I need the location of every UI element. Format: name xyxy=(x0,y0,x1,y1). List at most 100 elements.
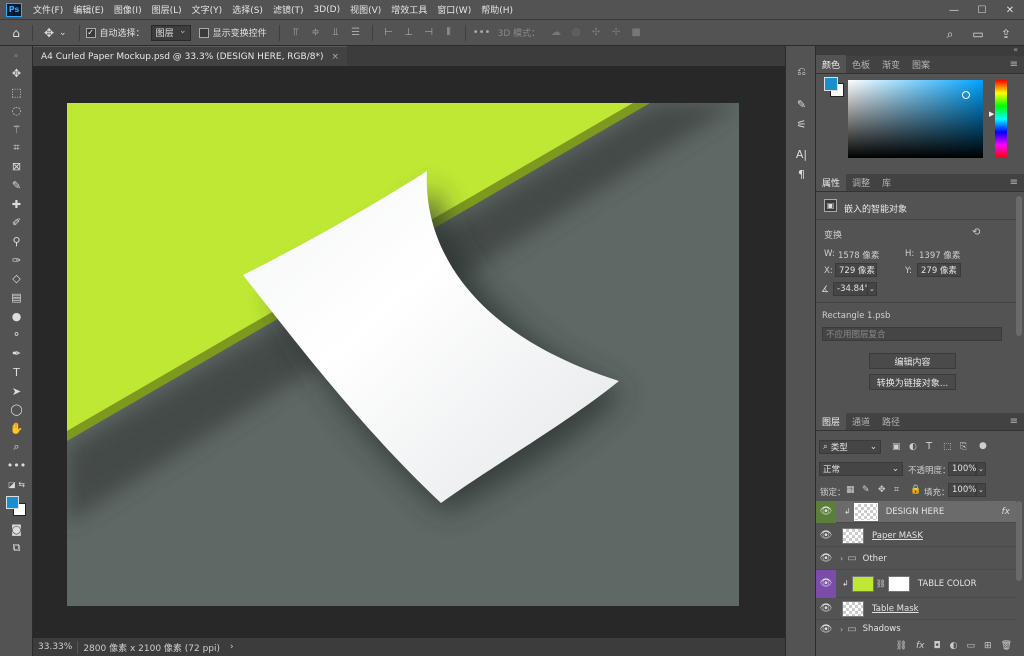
reset-transform-icon[interactable]: ⟲ xyxy=(972,227,980,238)
swap-colors-icon[interactable]: ◪ ⇆ xyxy=(0,475,33,494)
lock-all-icon[interactable]: 🔒 xyxy=(910,485,921,495)
panel-menu-icon[interactable]: ≡ xyxy=(1010,177,1018,188)
tab-channels[interactable]: 通道 xyxy=(846,412,876,430)
visibility-eye-icon[interactable]: 👁 xyxy=(816,548,836,570)
dodge-tool-icon[interactable]: ⚬ xyxy=(0,326,33,345)
tab-properties[interactable]: 属性 xyxy=(816,173,847,191)
crop-tool-icon[interactable]: ⌗ xyxy=(0,139,33,158)
minimize-icon[interactable]: — xyxy=(940,0,968,20)
shape-tool-icon[interactable]: ◯ xyxy=(0,400,33,419)
status-arrow-icon[interactable]: › xyxy=(225,642,239,652)
chevron-down-icon[interactable]: ⌄ xyxy=(59,28,67,38)
tab-patterns[interactable]: 图案 xyxy=(906,55,936,73)
foreground-color-swatch[interactable] xyxy=(6,495,19,509)
move-tool-icon[interactable]: ✥ xyxy=(39,23,59,43)
angle-field[interactable]: -34.84° xyxy=(833,282,869,296)
fill-dropdown-icon[interactable]: ⌄ xyxy=(976,483,986,497)
tab-gradients[interactable]: 渐变 xyxy=(876,55,906,73)
expand-group-icon[interactable]: › xyxy=(840,625,843,634)
menu-edit[interactable]: 编辑(E) xyxy=(68,3,109,16)
convert-to-linked-button[interactable]: 转换为链接对象... xyxy=(869,374,956,390)
tab-color[interactable]: 颜色 xyxy=(816,55,847,73)
edit-contents-button[interactable]: 编辑内容 xyxy=(869,353,956,369)
layer-row[interactable]: 👁 ↲ ⛓ TABLE COLOR xyxy=(816,569,1016,598)
frame-tool-icon[interactable]: ⊠ xyxy=(0,157,33,176)
marquee-tool-icon[interactable]: ⬚ xyxy=(0,83,33,102)
visibility-eye-icon[interactable]: 👁 xyxy=(816,500,836,523)
align-left-icon[interactable]: ⊢ xyxy=(382,26,396,40)
visibility-eye-icon[interactable]: 👁 xyxy=(816,598,836,620)
fx-icon[interactable]: fx xyxy=(1002,507,1011,517)
adjustment-layer-icon[interactable]: ◐ xyxy=(950,641,958,651)
brush-tool-icon[interactable]: ✐ xyxy=(0,214,33,233)
align-center-icon[interactable]: ⊥ xyxy=(402,26,416,40)
tab-adjustments[interactable]: 调整 xyxy=(846,173,876,191)
document-tab[interactable]: A4 Curled Paper Mockup.psd @ 33.3% (DESI… xyxy=(33,46,348,66)
blend-mode-select[interactable]: 正常 ⌄ xyxy=(819,462,903,476)
tab-layers[interactable]: 图层 xyxy=(816,412,847,430)
delete-layer-icon[interactable]: 🗑 xyxy=(1001,641,1012,651)
link-layers-icon[interactable]: ⛓ xyxy=(896,641,907,651)
align-top-icon[interactable]: ⫪ xyxy=(289,26,303,40)
filter-pixel-icon[interactable]: ▣ xyxy=(892,442,901,452)
drag-3d-icon[interactable]: ✣ xyxy=(589,26,603,40)
menu-select[interactable]: 选择(S) xyxy=(227,3,268,16)
hue-slider[interactable] xyxy=(995,80,1007,158)
camera-3d-icon[interactable]: ■ xyxy=(629,26,643,40)
home-icon[interactable]: ⌂ xyxy=(6,23,26,43)
magic-wand-icon[interactable]: ⚚ xyxy=(0,120,33,139)
panel-menu-icon[interactable]: ≡ xyxy=(1010,59,1018,70)
opacity-dropdown-icon[interactable]: ⌄ xyxy=(976,462,986,476)
workspace-icon[interactable]: ▭ xyxy=(968,24,988,44)
menu-3d[interactable]: 3D(D) xyxy=(308,5,345,15)
filter-smartobject-icon[interactable]: ⎘ xyxy=(960,442,967,452)
roll-3d-icon[interactable]: ◎ xyxy=(569,26,583,40)
document-canvas[interactable] xyxy=(67,103,739,606)
menu-window[interactable]: 窗口(W) xyxy=(432,3,476,16)
y-position-field[interactable]: 279 像素 xyxy=(917,263,961,277)
color-swatches[interactable] xyxy=(0,494,33,520)
menu-help[interactable]: 帮助(H) xyxy=(476,3,518,16)
zoom-tool-icon[interactable]: ⌕ xyxy=(0,438,33,457)
character-icon[interactable]: A| xyxy=(786,144,817,164)
color-picker-field[interactable] xyxy=(848,80,983,158)
move-tool-icon[interactable]: ✥ xyxy=(0,64,33,83)
layer-row[interactable]: 👁 Table Mask xyxy=(816,598,1016,620)
align-right-icon[interactable]: ⊣ xyxy=(422,26,436,40)
distribute-horizontal-icon[interactable]: ⫴ xyxy=(442,26,456,40)
layer-row[interactable]: 👁 › ▭ Other xyxy=(816,548,1016,570)
path-selection-icon[interactable]: ➤ xyxy=(0,382,33,401)
visibility-eye-icon[interactable]: 👁 xyxy=(816,621,836,637)
fill-field[interactable]: 100% xyxy=(948,483,976,497)
filter-toggle-icon[interactable]: ● xyxy=(979,441,987,451)
close-icon[interactable]: ✕ xyxy=(996,0,1024,20)
toolbar-collapse-icon[interactable]: » xyxy=(0,46,32,64)
healing-brush-icon[interactable]: ✚ xyxy=(0,195,33,214)
align-bottom-icon[interactable]: ⫫ xyxy=(329,26,343,40)
lock-pixels-icon[interactable]: ✎ xyxy=(862,485,870,495)
tab-paths[interactable]: 路径 xyxy=(876,412,906,430)
layer-row[interactable]: 👁 ↲ DESIGN HERE fx xyxy=(816,500,1016,523)
lock-position-icon[interactable]: ✥ xyxy=(878,485,886,495)
show-transform-checkbox[interactable] xyxy=(198,27,209,38)
layer-row[interactable]: 👁 › ▭ Shadows xyxy=(816,621,1016,637)
menu-type[interactable]: 文字(Y) xyxy=(187,3,228,16)
color-picker-cursor[interactable] xyxy=(962,91,970,99)
opacity-field[interactable]: 100% xyxy=(948,462,976,476)
history-brush-icon[interactable]: ✑ xyxy=(0,251,33,270)
layer-comp-select[interactable]: 不应用图层复合 xyxy=(822,327,1002,341)
link-icon[interactable]: ⛓ xyxy=(876,579,886,588)
tab-swatches[interactable]: 色板 xyxy=(846,55,876,73)
zoom-level[interactable]: 33.33% xyxy=(33,642,77,652)
menu-view[interactable]: 视图(V) xyxy=(345,3,386,16)
hand-tool-icon[interactable]: ✋ xyxy=(0,419,33,438)
layer-filter-select[interactable]: ⌕ 类型 ⌄ xyxy=(819,440,881,454)
more-options-icon[interactable]: ••• xyxy=(473,26,491,40)
expand-group-icon[interactable]: › xyxy=(840,554,843,563)
screen-mode-icon[interactable]: ⧉ xyxy=(0,539,33,558)
eraser-tool-icon[interactable]: ◇ xyxy=(0,270,33,289)
adjust-icon[interactable]: ⚟ xyxy=(786,114,817,134)
more-tools-icon[interactable]: ••• xyxy=(0,456,33,475)
lock-transparent-icon[interactable]: ▦ xyxy=(846,485,855,495)
lasso-tool-icon[interactable]: ◌ xyxy=(0,101,33,120)
